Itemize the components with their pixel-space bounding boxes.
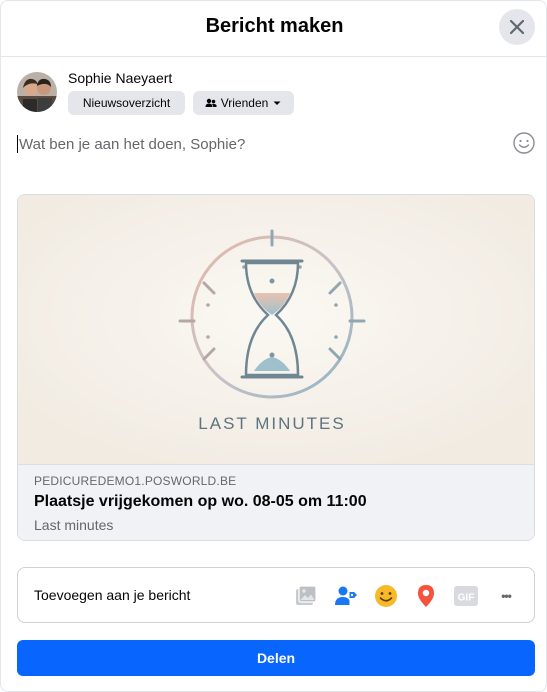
close-icon xyxy=(509,19,525,35)
link-preview-image: LAST MINUTES xyxy=(18,195,534,464)
dialog-header: Bericht maken xyxy=(1,1,547,57)
avatar-photo xyxy=(17,72,57,112)
photo-video-icon xyxy=(296,585,317,605)
feeling-icon xyxy=(375,585,397,607)
smiley-icon xyxy=(513,132,535,154)
share-button[interactable]: Delen xyxy=(17,640,535,676)
check-in-icon xyxy=(418,585,434,607)
photo-video-button[interactable] xyxy=(292,582,320,610)
post-text-input[interactable]: Wat ben je aan het doen, Sophie? xyxy=(17,131,497,157)
post-input-placeholder: Wat ben je aan het doen, Sophie? xyxy=(19,135,246,153)
add-to-post-bar: Toevoegen aan je bericht GIF ••• xyxy=(17,567,535,623)
create-post-dialog: Bericht maken Sophie Naeyaert Nieuwsover… xyxy=(0,0,547,692)
tag-people-button[interactable] xyxy=(332,582,360,610)
link-description: Last minutes xyxy=(34,517,114,533)
avatar[interactable] xyxy=(17,72,57,112)
tag-people-icon xyxy=(335,586,357,605)
add-to-post-label: Toevoegen aan je bericht xyxy=(34,587,191,603)
gif-icon: GIF xyxy=(454,586,478,606)
link-domain: PEDICUREDEMO1.POSWORLD.BE xyxy=(34,474,237,488)
audience-selector[interactable]: Nieuwsoverzicht xyxy=(68,91,185,115)
gif-text: GIF xyxy=(458,593,475,604)
link-preview-card[interactable]: LAST MINUTES PEDICUREDEMO1.POSWORLD.BE P… xyxy=(17,194,535,541)
gif-button[interactable]: GIF xyxy=(452,582,480,610)
link-preview-info: PEDICUREDEMO1.POSWORLD.BE Plaatsje vrijg… xyxy=(18,464,534,540)
feeling-activity-button[interactable] xyxy=(372,582,400,610)
check-in-button[interactable] xyxy=(412,582,440,610)
hourglass-clock-logo: LAST MINUTES xyxy=(18,195,534,464)
friends-icon xyxy=(205,98,217,107)
close-button[interactable] xyxy=(499,9,535,45)
user-name[interactable]: Sophie Naeyaert xyxy=(68,70,172,86)
more-icon: ••• xyxy=(501,589,512,603)
emoji-button[interactable] xyxy=(512,131,536,155)
logo-caption: LAST MINUTES xyxy=(198,414,345,433)
dialog-title: Bericht maken xyxy=(205,15,344,37)
link-title: Plaatsje vrijgekomen op wo. 08-05 om 11:… xyxy=(34,493,367,510)
privacy-label: Vrienden xyxy=(220,96,269,110)
caret-down-icon xyxy=(273,101,281,105)
text-cursor xyxy=(17,135,18,153)
more-options-button[interactable]: ••• xyxy=(492,582,520,610)
privacy-selector[interactable]: Vrienden xyxy=(193,91,294,115)
